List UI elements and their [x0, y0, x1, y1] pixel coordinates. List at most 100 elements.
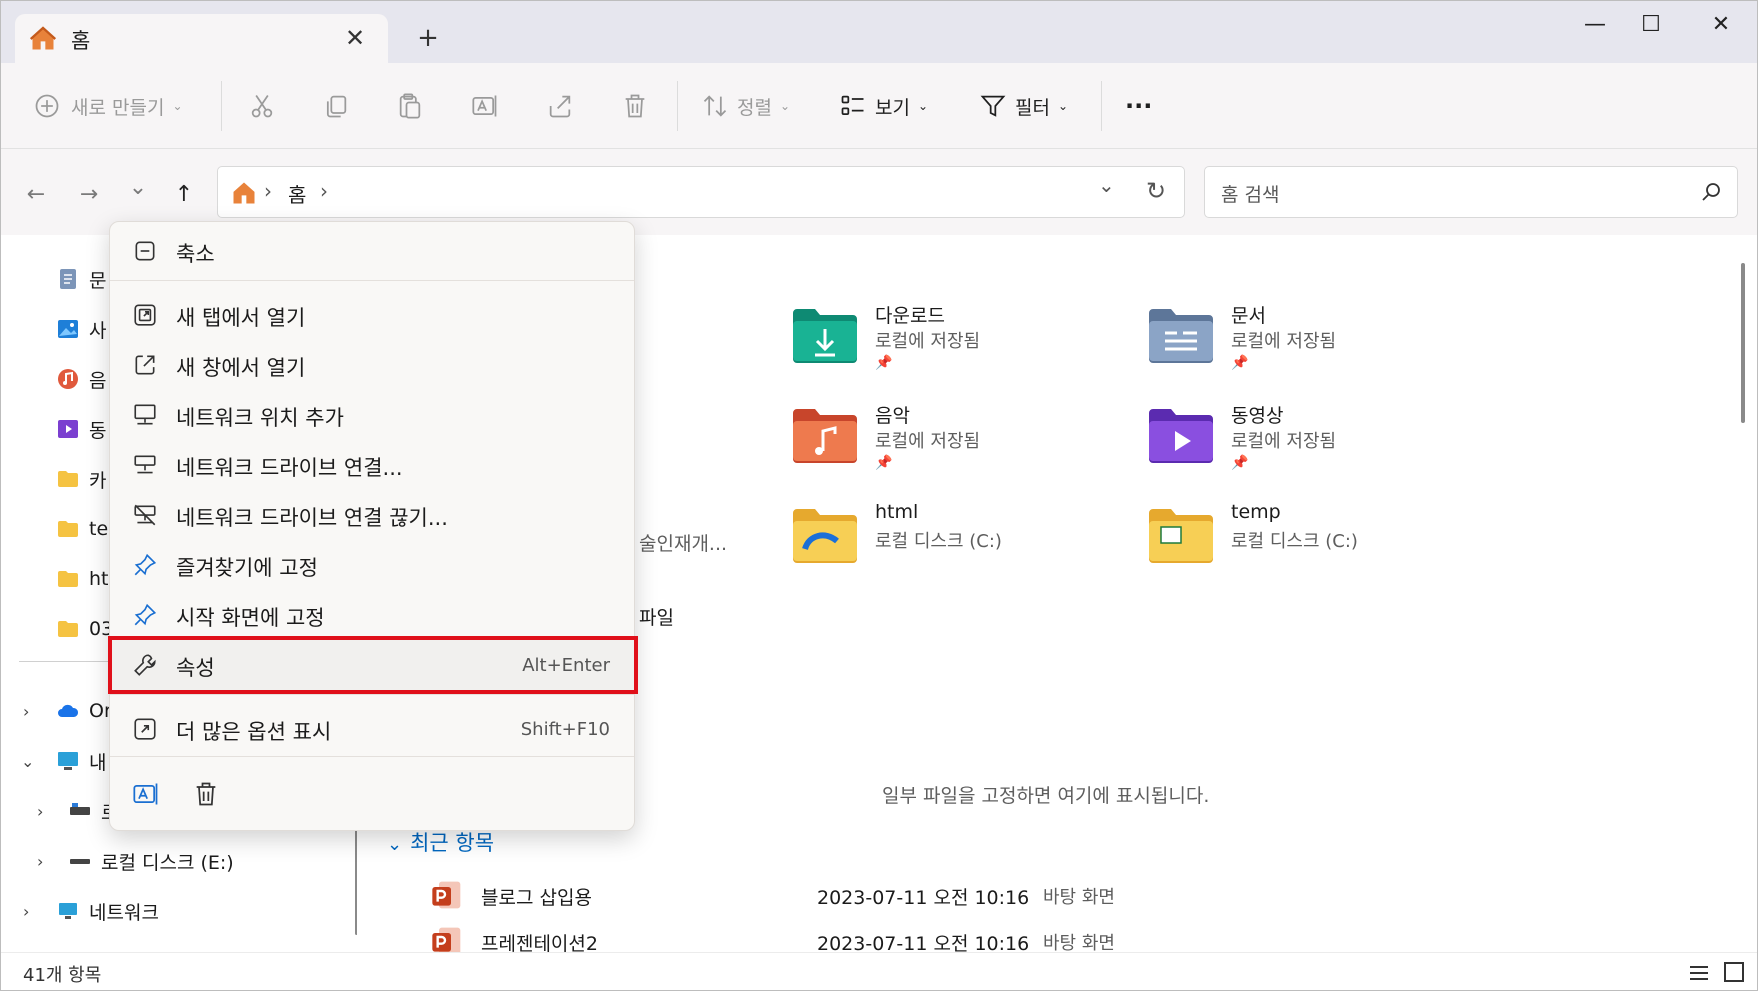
- item-count: 41개 항목: [23, 965, 102, 986]
- quick-access-temp[interactable]: temp 로컬 디스크 (C:): [1147, 501, 1477, 591]
- new-button-label: 새로 만들기: [71, 96, 165, 119]
- sidebar-item-label: 음: [89, 369, 107, 392]
- trash-icon: [625, 94, 645, 118]
- back-arrow-icon[interactable]: ←: [21, 180, 51, 210]
- pin-icon: 📌: [875, 355, 893, 371]
- refresh-icon[interactable]: ↻: [1146, 177, 1166, 205]
- home-icon: [29, 26, 57, 50]
- menu-item-label: 새 창에서 열기: [176, 356, 306, 380]
- trash-icon[interactable]: [192, 780, 220, 808]
- new-button[interactable]: 새로 만들기 ⌄: [33, 87, 183, 125]
- content-scrollbar[interactable]: [1741, 263, 1745, 423]
- quick-access-downloads[interactable]: 다운로드 로컬에 저장됨 📌: [791, 301, 1121, 391]
- maximize-button[interactable]: ☐: [1623, 9, 1679, 41]
- details-view-icon[interactable]: [1688, 963, 1710, 983]
- folder-name: html: [875, 501, 919, 523]
- file-name: 블로그 삽입용: [481, 887, 592, 909]
- address-dropdown-icon[interactable]: ⌄: [1098, 173, 1115, 197]
- minimize-button[interactable]: —: [1567, 9, 1623, 41]
- rename-icon[interactable]: [132, 780, 160, 808]
- tab-close-icon[interactable]: ✕: [341, 24, 369, 52]
- disconnect-drive-icon: [134, 504, 156, 526]
- copy-icon: [326, 95, 347, 118]
- quick-access-music[interactable]: 음악 로컬에 저장됨 📌: [791, 401, 1121, 491]
- home-icon: [233, 182, 255, 204]
- plus-circle-icon: [35, 94, 59, 118]
- tab-home[interactable]: 홈 ✕: [15, 14, 388, 63]
- pin-icon: [134, 603, 157, 626]
- sidebar-item-label: 동: [89, 419, 107, 442]
- folder-location: 로컬에 저장됨: [875, 331, 981, 352]
- search-input[interactable]: 홈 검색: [1221, 180, 1279, 207]
- chevron-right-icon[interactable]: ›: [23, 902, 29, 921]
- pin-icon: 📌: [1231, 455, 1249, 471]
- up-arrow-icon[interactable]: ↑: [169, 180, 199, 210]
- new-tab-button[interactable]: +: [413, 23, 443, 53]
- breadcrumb-separator[interactable]: ›: [320, 179, 328, 203]
- more-options-icon: [134, 718, 156, 740]
- address-bar[interactable]: › 홈 › ⌄ ↻: [217, 166, 1185, 218]
- menu-item-disconnect-network-drive[interactable]: 네트워크 드라이브 연결 끊기...: [110, 492, 634, 538]
- breadcrumb-home[interactable]: 홈: [288, 179, 306, 208]
- recent-section-header[interactable]: ⌄ 최근 항목: [387, 827, 494, 857]
- more-icon: ···: [1125, 92, 1153, 120]
- chevron-right-icon[interactable]: ›: [37, 802, 43, 821]
- sidebar-item-label: 사: [89, 319, 107, 342]
- folder-icon: [793, 509, 857, 563]
- large-icons-view-icon[interactable]: [1723, 961, 1745, 983]
- chevron-down-icon[interactable]: ⌄: [21, 752, 34, 771]
- cut-button[interactable]: [248, 87, 276, 125]
- menu-item-label: 즐겨찾기에 고정: [176, 556, 318, 580]
- delete-button[interactable]: [621, 87, 649, 125]
- folder-location: 로컬에 저장됨: [875, 431, 981, 452]
- pin-icon: 📌: [1231, 355, 1249, 371]
- menu-item-map-network-drive[interactable]: 네트워크 드라이브 연결...: [110, 442, 634, 488]
- chevron-down-icon: ⌄: [917, 99, 929, 113]
- share-button[interactable]: [546, 87, 574, 125]
- partial-text: 술인재개...: [639, 533, 728, 555]
- menu-item-collapse[interactable]: 축소: [110, 228, 634, 274]
- paste-button[interactable]: [396, 87, 424, 125]
- search-icon[interactable]: [1699, 180, 1723, 204]
- video-icon: [58, 420, 78, 438]
- chevron-right-icon[interactable]: ›: [37, 852, 43, 871]
- rename-button[interactable]: [471, 87, 499, 125]
- folder-name: 다운로드: [875, 305, 945, 327]
- folder-name: temp: [1231, 501, 1281, 523]
- view-button[interactable]: 보기 ⌄: [839, 87, 928, 125]
- menu-item-shortcut: Shift+F10: [520, 719, 610, 740]
- folder-icon: [58, 571, 78, 587]
- music-folder-icon: [793, 409, 857, 463]
- menu-item-label: 더 많은 옵션 표시: [176, 720, 332, 744]
- recent-locations-icon[interactable]: ⌄: [123, 173, 153, 203]
- menu-item-pin-start[interactable]: 시작 화면에 고정: [110, 592, 634, 638]
- menu-item-label: 네트워크 위치 추가: [176, 406, 344, 430]
- menu-item-pin-quick-access[interactable]: 즐겨찾기에 고정: [110, 542, 634, 588]
- menu-item-add-network-location[interactable]: 네트워크 위치 추가: [110, 392, 634, 438]
- forward-arrow-icon[interactable]: →: [74, 180, 104, 210]
- search-box[interactable]: 홈 검색: [1204, 166, 1738, 218]
- close-window-button[interactable]: ✕: [1693, 9, 1749, 41]
- quick-access-documents[interactable]: 문서 로컬에 저장됨 📌: [1147, 301, 1477, 391]
- clipboard-icon: [399, 93, 421, 119]
- sidebar-item-label: 문: [89, 269, 107, 292]
- document-icon: [60, 269, 76, 289]
- sort-button[interactable]: 정렬 ⌄: [701, 87, 790, 125]
- wrench-icon: [134, 654, 156, 676]
- chevron-down-icon: ⌄: [172, 99, 183, 113]
- folder-location: 로컬에 저장됨: [1231, 431, 1337, 452]
- menu-item-more-options[interactable]: 더 많은 옵션 표시 Shift+F10: [110, 706, 634, 752]
- quick-access-videos[interactable]: 동영상 로컬에 저장됨 📌: [1147, 401, 1477, 491]
- filter-button[interactable]: 필터 ⌄: [979, 87, 1068, 125]
- menu-item-open-new-tab[interactable]: 새 탭에서 열기: [110, 292, 634, 338]
- open-new-window-icon: [135, 355, 155, 375]
- menu-item-label: 시작 화면에 고정: [176, 606, 325, 630]
- chevron-right-icon[interactable]: ›: [23, 702, 29, 721]
- menu-item-properties[interactable]: 속성 Alt+Enter: [110, 642, 634, 688]
- table-row[interactable]: 블로그 삽입용 2023-07-11 오전 10:16 바탕 화면: [431, 879, 1231, 919]
- quick-access-html[interactable]: html 로컬 디스크 (C:): [791, 501, 1121, 591]
- drive-icon: [70, 859, 90, 864]
- menu-item-open-new-window[interactable]: 새 창에서 열기: [110, 342, 634, 388]
- more-options-button[interactable]: ···: [1125, 87, 1152, 125]
- copy-button[interactable]: [322, 87, 350, 125]
